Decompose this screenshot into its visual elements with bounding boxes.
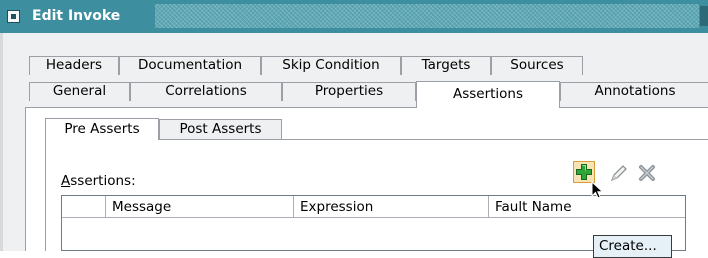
title-bar-pattern <box>155 4 699 28</box>
tab-targets[interactable]: Targets <box>401 56 491 75</box>
add-plus-icon <box>576 164 592 180</box>
tab-post-asserts[interactable]: Post Asserts <box>159 119 282 139</box>
tab-general[interactable]: General <box>29 82 130 101</box>
tab-sources[interactable]: Sources <box>491 56 583 75</box>
column-header-select[interactable] <box>62 196 106 218</box>
create-tooltip: Create... <box>593 235 672 258</box>
tab-correlations[interactable]: Correlations <box>130 82 282 101</box>
column-header-message[interactable]: Message <box>106 196 294 218</box>
assertions-label: Assertions: <box>61 173 136 189</box>
column-header-expression[interactable]: Expression <box>294 196 489 218</box>
tab-documentation[interactable]: Documentation <box>119 56 261 75</box>
create-assertion-button[interactable] <box>573 161 595 183</box>
column-header-fault-name[interactable]: Fault Name <box>489 196 685 218</box>
assertions-label-text: ssertions: <box>70 173 136 189</box>
window-menu-icon[interactable] <box>7 10 20 23</box>
mouse-pointer-icon <box>591 180 605 205</box>
tab-headers[interactable]: Headers <box>29 56 119 75</box>
tab-properties[interactable]: Properties <box>282 82 416 101</box>
tab-assertions[interactable]: Assertions <box>416 81 560 108</box>
edit-assertion-button[interactable] <box>608 163 630 183</box>
tab-skip-condition[interactable]: Skip Condition <box>261 56 401 75</box>
tab-pre-asserts[interactable]: Pre Asserts <box>45 118 159 140</box>
assertions-label-mnemonic: A <box>61 173 71 189</box>
window-title: Edit Invoke <box>32 8 121 24</box>
dialog-edge <box>0 33 3 251</box>
title-bar[interactable]: Edit Invoke <box>0 0 708 33</box>
delete-assertion-button[interactable] <box>636 163 658 183</box>
pencil-icon <box>610 165 627 182</box>
title-bar-edge <box>700 6 708 26</box>
tab-annotations[interactable]: Annotations <box>560 82 708 101</box>
delete-x-icon <box>639 165 655 181</box>
